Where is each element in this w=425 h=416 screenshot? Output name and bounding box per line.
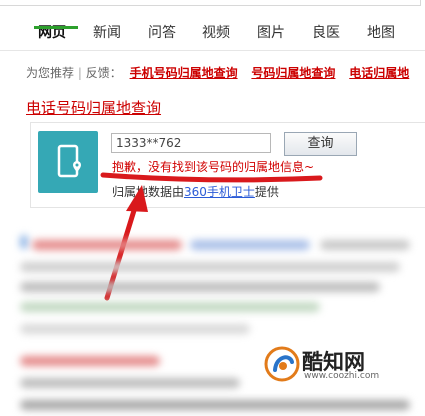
source-prefix: 归属地数据由 <box>112 185 185 199</box>
tab-news[interactable]: 新闻 <box>93 22 121 42</box>
not-found-message: 抱歉，没有找到该号码的归属地信息~ <box>112 160 315 174</box>
watermark-url: www.coozhi.com <box>304 371 380 381</box>
coozhi-logo-icon <box>264 346 300 382</box>
tab-qa[interactable]: 问答 <box>148 22 176 42</box>
blur-block <box>20 378 240 388</box>
blur-block <box>20 262 400 272</box>
tab-images[interactable]: 图片 <box>257 22 285 42</box>
blur-block <box>190 240 310 250</box>
blur-block <box>20 400 410 410</box>
tab-doctor[interactable]: 良医 <box>312 22 340 42</box>
recommend-bar: 为您推荐 | 反馈： 手机号码归属地查询 号码归属地查询 电话归属地 <box>26 64 409 81</box>
blur-block <box>20 282 380 292</box>
data-source-note: 归属地数据由360手机卫士提供 <box>112 183 279 200</box>
phone-number-input[interactable] <box>111 133 271 153</box>
source-link[interactable]: 360手机卫士 <box>184 185 255 199</box>
phone-location-icon <box>38 131 98 193</box>
watermark: 酷知网 www.coozhi.com <box>262 344 382 384</box>
recommend-label: 为您推荐 <box>26 66 75 80</box>
recommend-link-number-lookup[interactable]: 号码归属地查询 <box>251 66 335 80</box>
blur-block <box>320 240 410 250</box>
blur-block <box>20 235 28 249</box>
recommend-link-mobile-lookup[interactable]: 手机号码归属地查询 <box>130 66 238 80</box>
feedback-link[interactable]: 反馈： <box>86 66 122 80</box>
tab-webpage[interactable]: 网页 <box>38 22 66 42</box>
tabs-divider <box>0 50 425 51</box>
blur-block <box>20 302 320 312</box>
result-title-link[interactable]: 电话号码归属地查询 <box>26 97 161 118</box>
active-tab-indicator <box>34 26 78 29</box>
recommend-link-phone-lookup[interactable]: 电话归属地 <box>349 66 409 80</box>
blur-block <box>20 356 160 366</box>
blur-block <box>32 240 182 250</box>
separator: | <box>77 66 82 80</box>
search-box-frame <box>0 0 421 6</box>
query-button[interactable]: 查询 <box>284 132 357 156</box>
source-suffix: 提供 <box>254 185 279 199</box>
blurred-results <box>20 232 425 416</box>
tab-video[interactable]: 视频 <box>202 22 230 42</box>
top-bar <box>0 0 425 10</box>
tab-map[interactable]: 地图 <box>367 22 395 42</box>
blur-block <box>20 324 250 334</box>
